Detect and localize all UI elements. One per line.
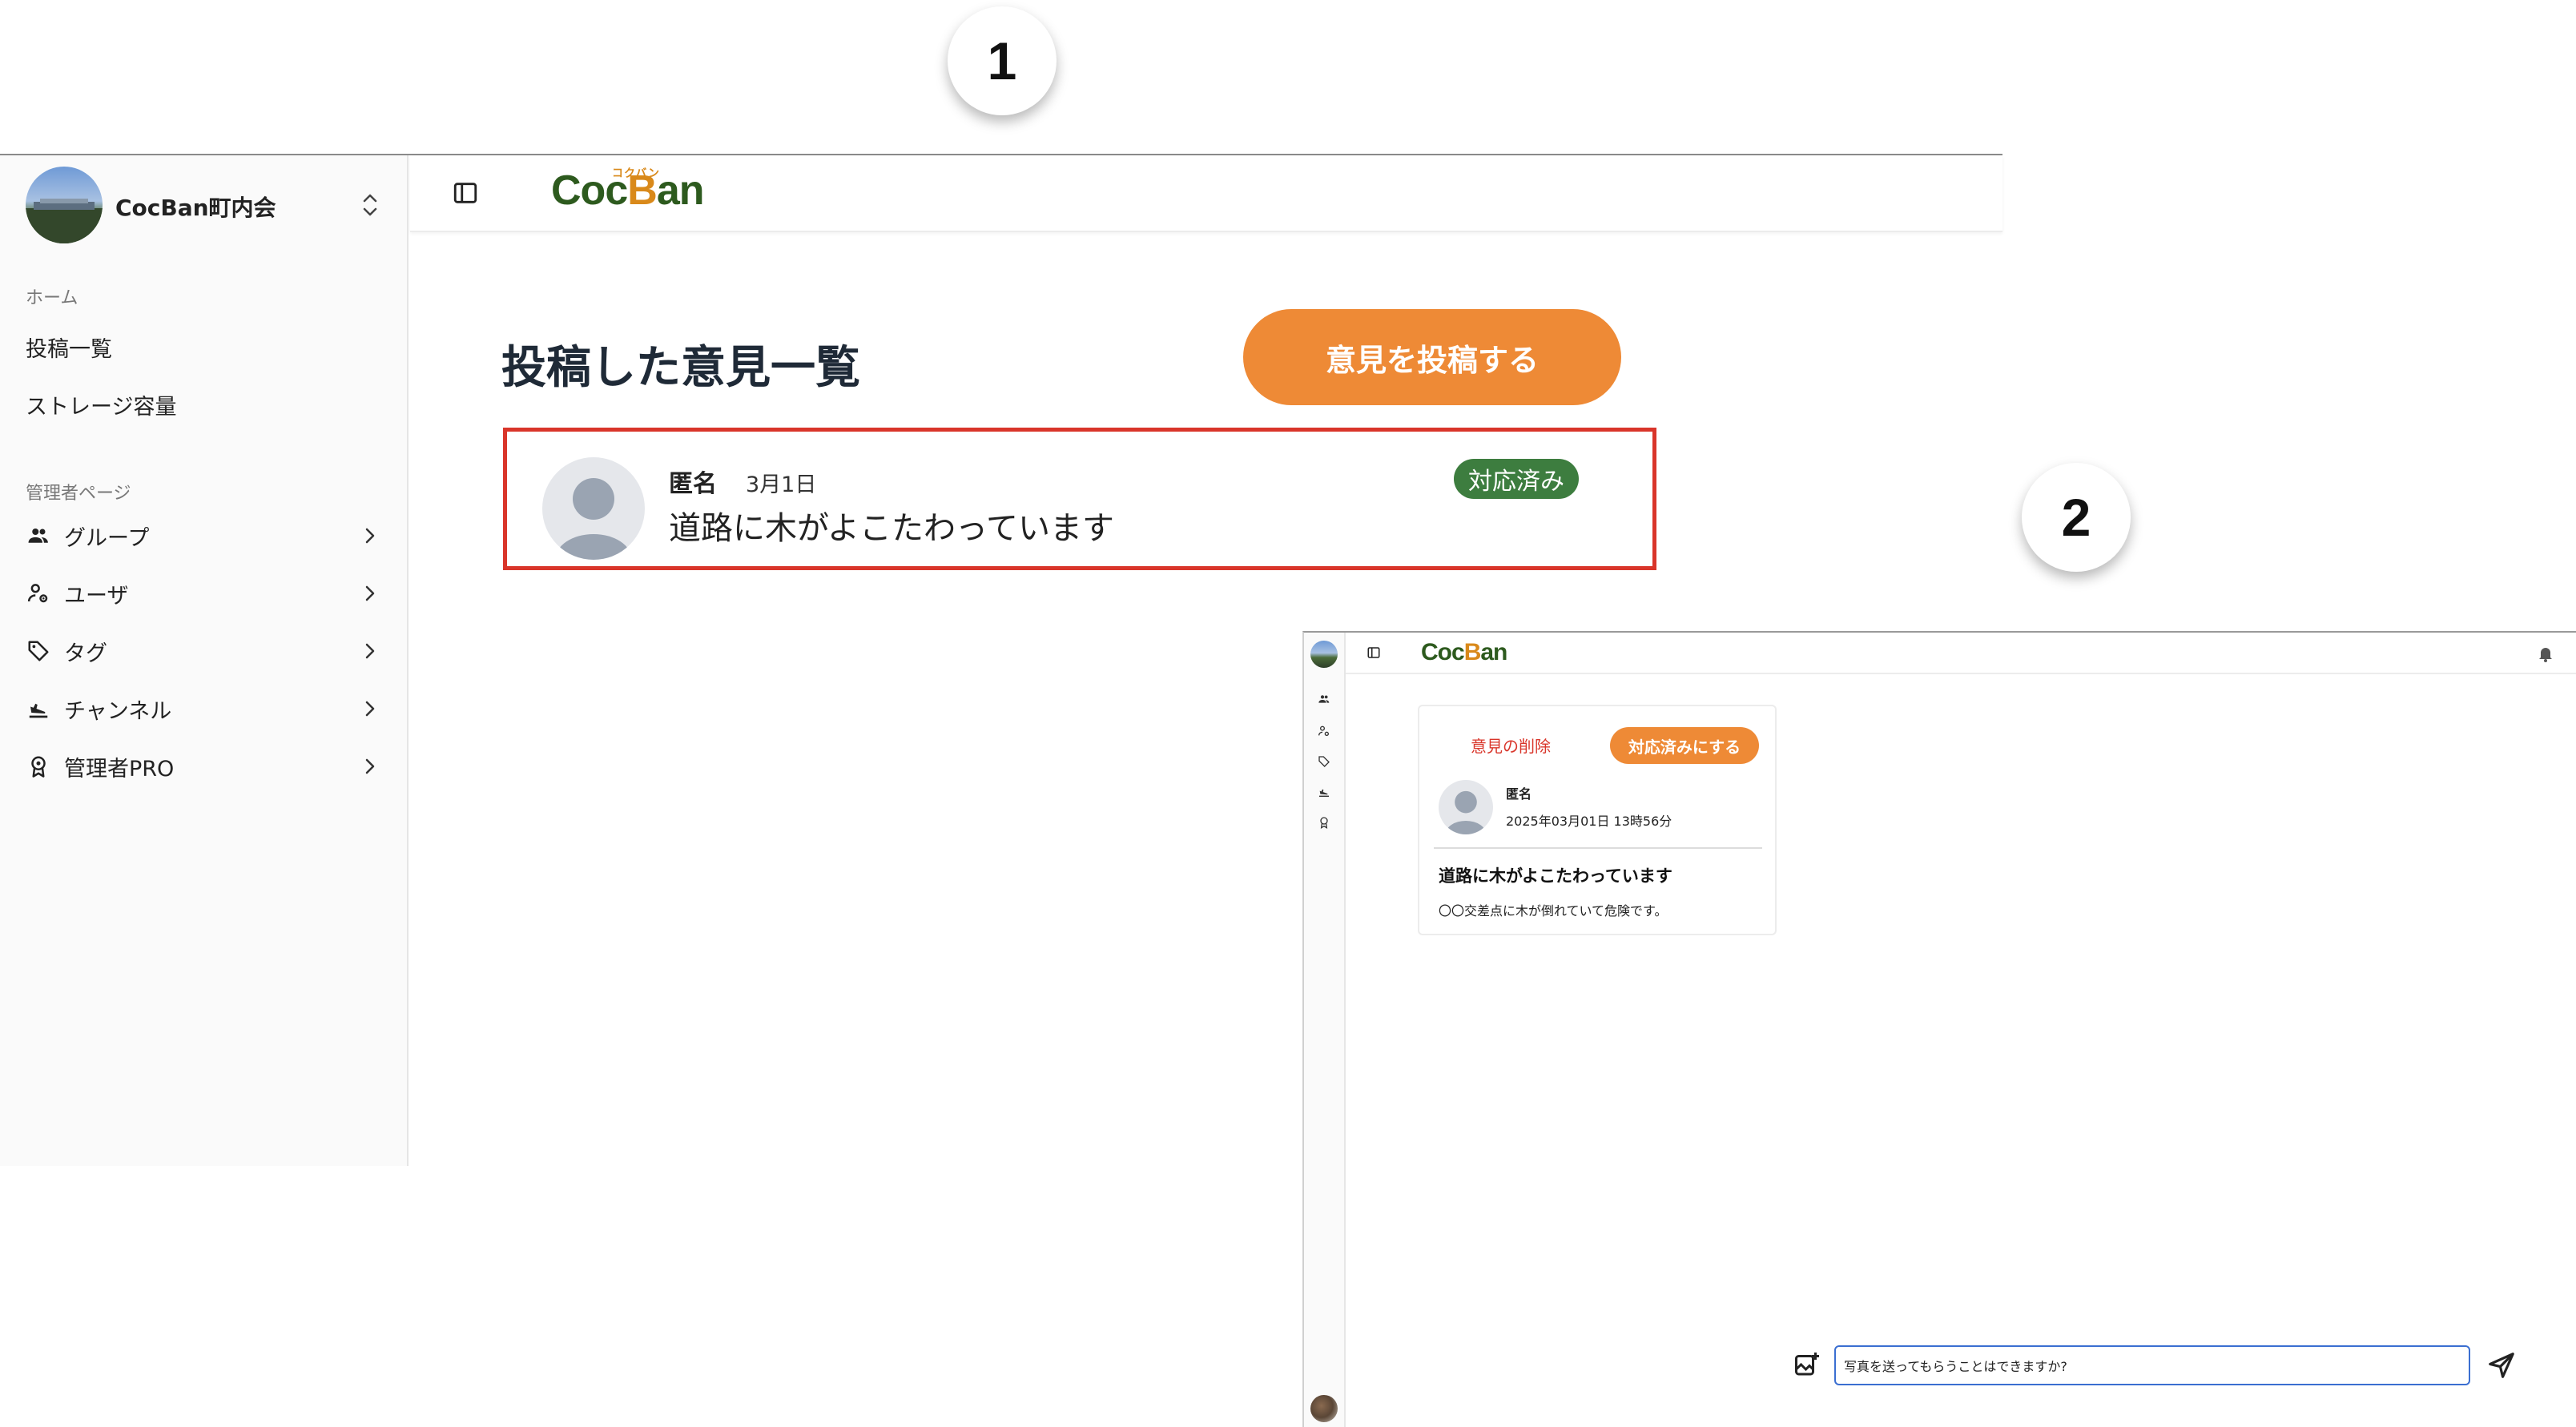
page-title: 投稿した意見一覧 — [501, 342, 860, 394]
message-input[interactable] — [1834, 1345, 2470, 1385]
sidebar-item-label: ユーザ — [64, 583, 129, 609]
opinion-detail-card: 意見の削除 対応済みにする 匿名 2025年03月01日 13時56分 道路に木… — [1418, 705, 1777, 935]
channel-icon[interactable] — [1317, 785, 1331, 799]
sidebar-item-group[interactable]: グループ — [26, 516, 383, 556]
collapsed-sidebar — [1304, 633, 1346, 1427]
top-bar: コクバン CocBan — [410, 155, 2002, 232]
divider — [1434, 847, 1762, 849]
chevron-up-down-icon[interactable] — [357, 189, 383, 221]
top-bar: CocBan — [1346, 633, 2576, 674]
sidebar-item-tags[interactable]: タグ — [26, 631, 383, 671]
bell-icon[interactable] — [2536, 644, 2555, 663]
sidebar-item-users[interactable]: ユーザ — [26, 573, 383, 613]
org-avatar[interactable] — [26, 167, 103, 243]
sidebar-item-label: チャンネル — [64, 698, 172, 724]
chevron-right-icon — [365, 528, 375, 544]
chevron-right-icon — [365, 643, 375, 659]
avatar — [1439, 780, 1493, 834]
tag-icon — [26, 638, 51, 664]
sidebar-item-posts[interactable]: 投稿一覧 — [26, 332, 112, 363]
user-avatar[interactable] — [1310, 1395, 1338, 1422]
opinion-body: 道路に木がよこたわっています — [669, 510, 1114, 547]
avatar — [542, 457, 645, 560]
opinion-list-item[interactable]: 匿名 3月1日 道路に木がよこたわっています 対応済み — [503, 428, 1656, 570]
sidebar-item-channels[interactable]: チャンネル — [26, 689, 383, 729]
users-settings-icon — [26, 581, 51, 606]
chevron-right-icon — [365, 758, 375, 774]
opinion-author: 匿名 — [669, 470, 717, 498]
send-icon[interactable] — [2486, 1350, 2517, 1381]
users-settings-icon[interactable] — [1317, 724, 1331, 738]
logo-kana: コクバン — [612, 167, 660, 179]
opinion-datetime: 2025年03月01日 13時56分 — [1506, 814, 1672, 829]
logo-text-part: Coc — [1421, 639, 1465, 665]
sidebar: CocBan町内会 ホーム 投稿一覧 ストレージ容量 管理者ページ グループ ユ… — [0, 155, 409, 1166]
cocban-logo[interactable]: コクバン CocBan — [551, 167, 704, 215]
opinion-title: 道路に木がよこたわっています — [1439, 866, 1672, 886]
group-icon — [26, 523, 51, 549]
mark-resolved-button[interactable]: 対応済みにする — [1610, 727, 1759, 764]
chevron-right-icon — [365, 701, 375, 717]
sidebar-item-admin-pro[interactable]: 管理者PRO — [26, 746, 383, 786]
sidebar-toggle-icon[interactable] — [1366, 645, 1381, 660]
delete-opinion-link[interactable]: 意見の削除 — [1471, 734, 1551, 757]
step-badge-1: 1 — [948, 6, 1057, 115]
award-icon — [26, 754, 51, 779]
step-badge-2: 2 — [2022, 463, 2131, 572]
tag-icon[interactable] — [1317, 754, 1331, 769]
section-home-label: ホーム — [26, 288, 78, 308]
logo-text-b: B — [1463, 639, 1482, 665]
logo-text-part: an — [656, 167, 705, 214]
sidebar-item-label: タグ — [64, 641, 107, 666]
opinion-body: 〇〇交差点に木が倒れていて危険です。 — [1439, 903, 1668, 919]
org-name[interactable]: CocBan町内会 — [115, 191, 276, 223]
logo-text-part: an — [1480, 639, 1507, 665]
sidebar-toggle-icon[interactable] — [452, 179, 479, 207]
add-image-icon[interactable] — [1793, 1350, 1821, 1379]
sidebar-item-label: 管理者PRO — [64, 756, 175, 782]
opinion-author: 匿名 — [1506, 786, 1532, 802]
screenshot-opinion-detail: CocBan 意見の削除 対応済みにする 匿名 2025年03月01日 13時5… — [1302, 631, 2576, 1427]
status-badge: 対応済み — [1454, 459, 1579, 499]
sidebar-item-storage[interactable]: ストレージ容量 — [26, 389, 176, 420]
org-avatar[interactable] — [1310, 641, 1338, 668]
post-opinion-button[interactable]: 意見を投稿する — [1243, 309, 1621, 405]
opinion-date: 3月1日 — [746, 472, 817, 497]
section-admin-label: 管理者ページ — [26, 484, 131, 504]
group-icon[interactable] — [1317, 692, 1331, 706]
cocban-logo[interactable]: CocBan — [1421, 639, 1507, 666]
chevron-right-icon — [365, 585, 375, 601]
award-icon[interactable] — [1317, 815, 1331, 830]
sidebar-item-label: グループ — [64, 525, 150, 551]
channel-icon — [26, 696, 51, 722]
